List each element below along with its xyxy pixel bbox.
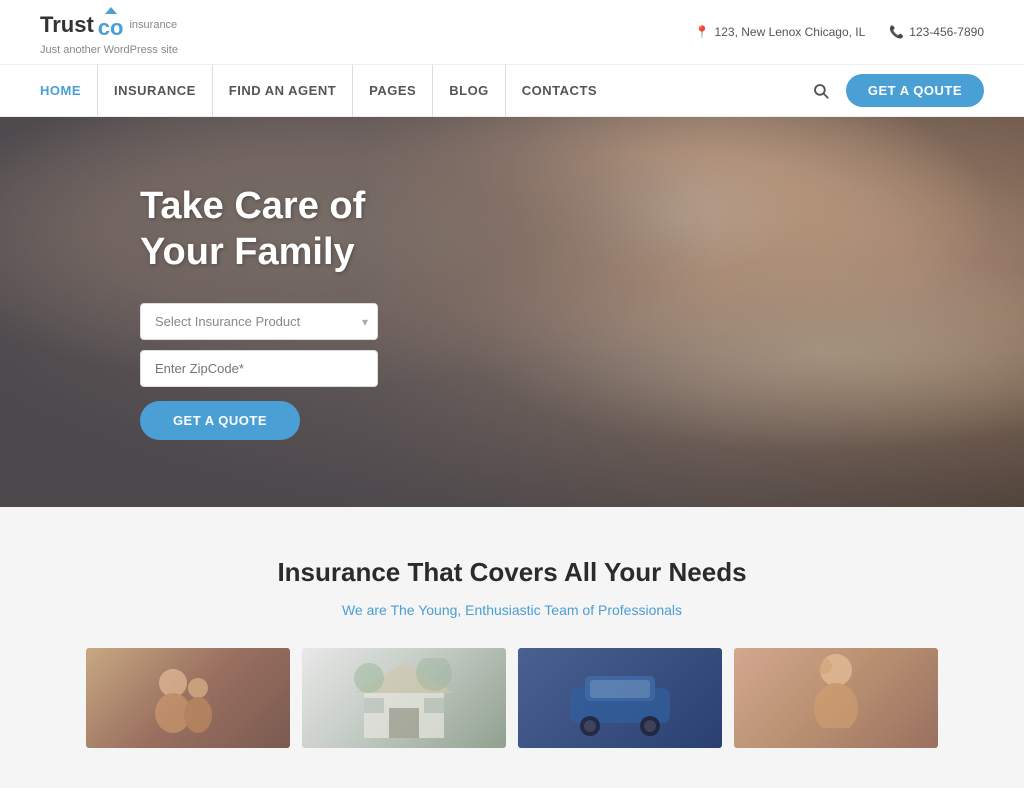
needs-section-title: Insurance That Covers All Your Needs: [40, 557, 984, 588]
address-text: 123, New Lenox Chicago, IL: [715, 25, 866, 39]
zipcode-input[interactable]: [140, 350, 378, 387]
card-person-bg: [734, 648, 938, 748]
nav-item-pages[interactable]: PAGES: [353, 65, 433, 117]
insurance-select-wrapper: Select Insurance Product Life Insurance …: [140, 303, 378, 340]
address-info: 📍 123, New Lenox Chicago, IL: [695, 25, 866, 39]
insurance-product-select[interactable]: Select Insurance Product Life Insurance …: [140, 303, 378, 340]
hero-title: Take Care of Your Family: [140, 184, 378, 275]
needs-section: Insurance That Covers All Your Needs We …: [0, 507, 1024, 788]
hero-get-quote-button[interactable]: GET A QUOTE: [140, 401, 300, 440]
phone-text: 123-456-7890: [909, 25, 984, 39]
logo: Trust co insurance: [40, 8, 178, 42]
logo-co: co: [98, 15, 124, 41]
needs-section-subtitle: We are The Young, Enthusiastic Team of P…: [40, 602, 984, 618]
hero-form: Select Insurance Product Life Insurance …: [140, 303, 378, 440]
hero-section: Take Care of Your Family Select Insuranc…: [0, 117, 1024, 507]
logo-tagline: Just another WordPress site: [40, 44, 178, 56]
nav-right: GET A QOUTE: [812, 74, 984, 107]
hero-content: Take Care of Your Family Select Insuranc…: [0, 184, 378, 440]
top-bar-right: 📍 123, New Lenox Chicago, IL 📞 123-456-7…: [695, 25, 984, 39]
logo-area: Trust co insurance Just another WordPres…: [40, 8, 178, 56]
logo-trust: Trust: [40, 12, 94, 38]
top-bar: Trust co insurance Just another WordPres…: [0, 0, 1024, 65]
location-icon: 📍: [695, 25, 710, 39]
card-house-bg: [302, 648, 506, 748]
search-icon[interactable]: [812, 82, 830, 100]
get-quote-button[interactable]: GET A QOUTE: [846, 74, 984, 107]
cards-row: [40, 648, 984, 758]
card-family[interactable]: [86, 648, 290, 748]
nav-item-contacts[interactable]: CONTACTS: [506, 65, 613, 117]
card-house[interactable]: [302, 648, 506, 748]
nav-item-blog[interactable]: BLOG: [433, 65, 506, 117]
card-person[interactable]: [734, 648, 938, 748]
logo-roof-icon: [105, 7, 117, 14]
card-family-bg: [86, 648, 290, 748]
logo-insurance: insurance: [129, 19, 177, 31]
card-car[interactable]: [518, 648, 722, 748]
nav-links: HOME INSURANCE FIND AN AGENT PAGES BLOG …: [40, 65, 812, 117]
card-car-bg: [518, 648, 722, 748]
nav-item-insurance[interactable]: INSURANCE: [98, 65, 213, 117]
phone-info: 📞 123-456-7890: [889, 25, 984, 39]
nav-item-find-agent[interactable]: FIND AN AGENT: [213, 65, 353, 117]
nav-item-home[interactable]: HOME: [40, 65, 98, 117]
phone-icon: 📞: [889, 25, 904, 39]
navbar: HOME INSURANCE FIND AN AGENT PAGES BLOG …: [0, 65, 1024, 117]
